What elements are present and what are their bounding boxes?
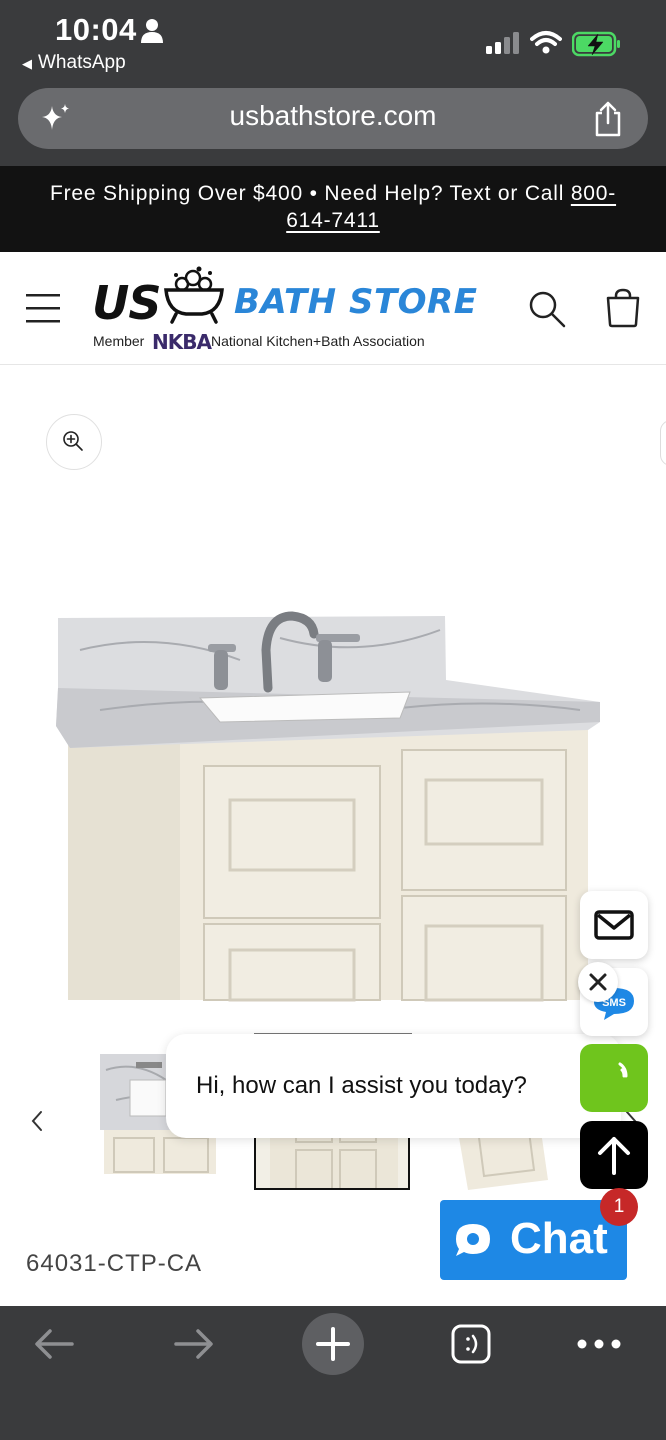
tabs-icon[interactable]	[450, 1323, 492, 1365]
shipping-banner-text: Free Shipping Over $400 • Need Help? Tex…	[20, 180, 646, 234]
new-tab-button[interactable]	[302, 1313, 364, 1375]
scroll-to-top-button[interactable]	[580, 1121, 648, 1189]
plus-icon	[316, 1327, 350, 1361]
close-icon	[589, 973, 607, 991]
product-sku: 64031-CTP-CA	[26, 1250, 203, 1277]
cellular-signal-icon	[486, 32, 519, 54]
phone-icon	[618, 1062, 628, 1078]
more-options-icon[interactable]	[576, 1334, 622, 1354]
logo-bath-store-text: BATH STORE	[234, 282, 478, 322]
battery-charging-icon	[572, 31, 620, 57]
chat-unread-badge: 1	[600, 1188, 638, 1226]
phone-part-2: 614-7411	[286, 209, 380, 232]
status-time: 10:04	[55, 12, 137, 47]
chat-button-label: Chat	[510, 1214, 608, 1263]
call-contact-button[interactable]	[580, 1044, 648, 1112]
envelope-icon	[594, 910, 634, 940]
cart-icon[interactable]	[604, 288, 642, 328]
logo-us-text: US	[92, 276, 161, 330]
gallery-next-edge-button[interactable]	[660, 420, 666, 466]
phone-part-1: 800-	[570, 182, 617, 205]
back-arrow-icon[interactable]	[32, 1326, 76, 1362]
arrow-up-icon	[598, 1137, 630, 1175]
zoom-in-icon[interactable]	[62, 430, 84, 452]
url-text[interactable]: usbathstore.com	[0, 100, 666, 132]
bathtub-icon	[164, 266, 224, 324]
forward-arrow-icon[interactable]	[172, 1326, 216, 1362]
close-widgets-button[interactable]	[578, 962, 618, 1002]
share-icon[interactable]	[592, 101, 624, 137]
back-to-app-link[interactable]: ◀ WhatsApp	[22, 52, 126, 74]
logo-member-text: Member	[93, 333, 145, 349]
product-image-vanity[interactable]	[40, 590, 620, 1002]
search-icon[interactable]	[528, 290, 566, 328]
chat-bubble-icon	[456, 1224, 490, 1256]
back-app-label: WhatsApp	[38, 52, 126, 73]
chat-greeting-text: Hi, how can I assist you today?	[196, 1072, 527, 1099]
nkba-association-text: National Kitchen+Bath Association	[211, 333, 425, 349]
email-contact-button[interactable]	[580, 891, 648, 959]
person-icon	[141, 19, 163, 43]
hamburger-menu-icon[interactable]	[26, 292, 60, 324]
banner-message: Free Shipping Over $400 • Need Help? Tex…	[49, 182, 571, 205]
wifi-icon	[530, 31, 562, 54]
thumbnail-prev-icon[interactable]	[28, 1108, 48, 1134]
nkba-logo: NKBA	[152, 330, 212, 354]
